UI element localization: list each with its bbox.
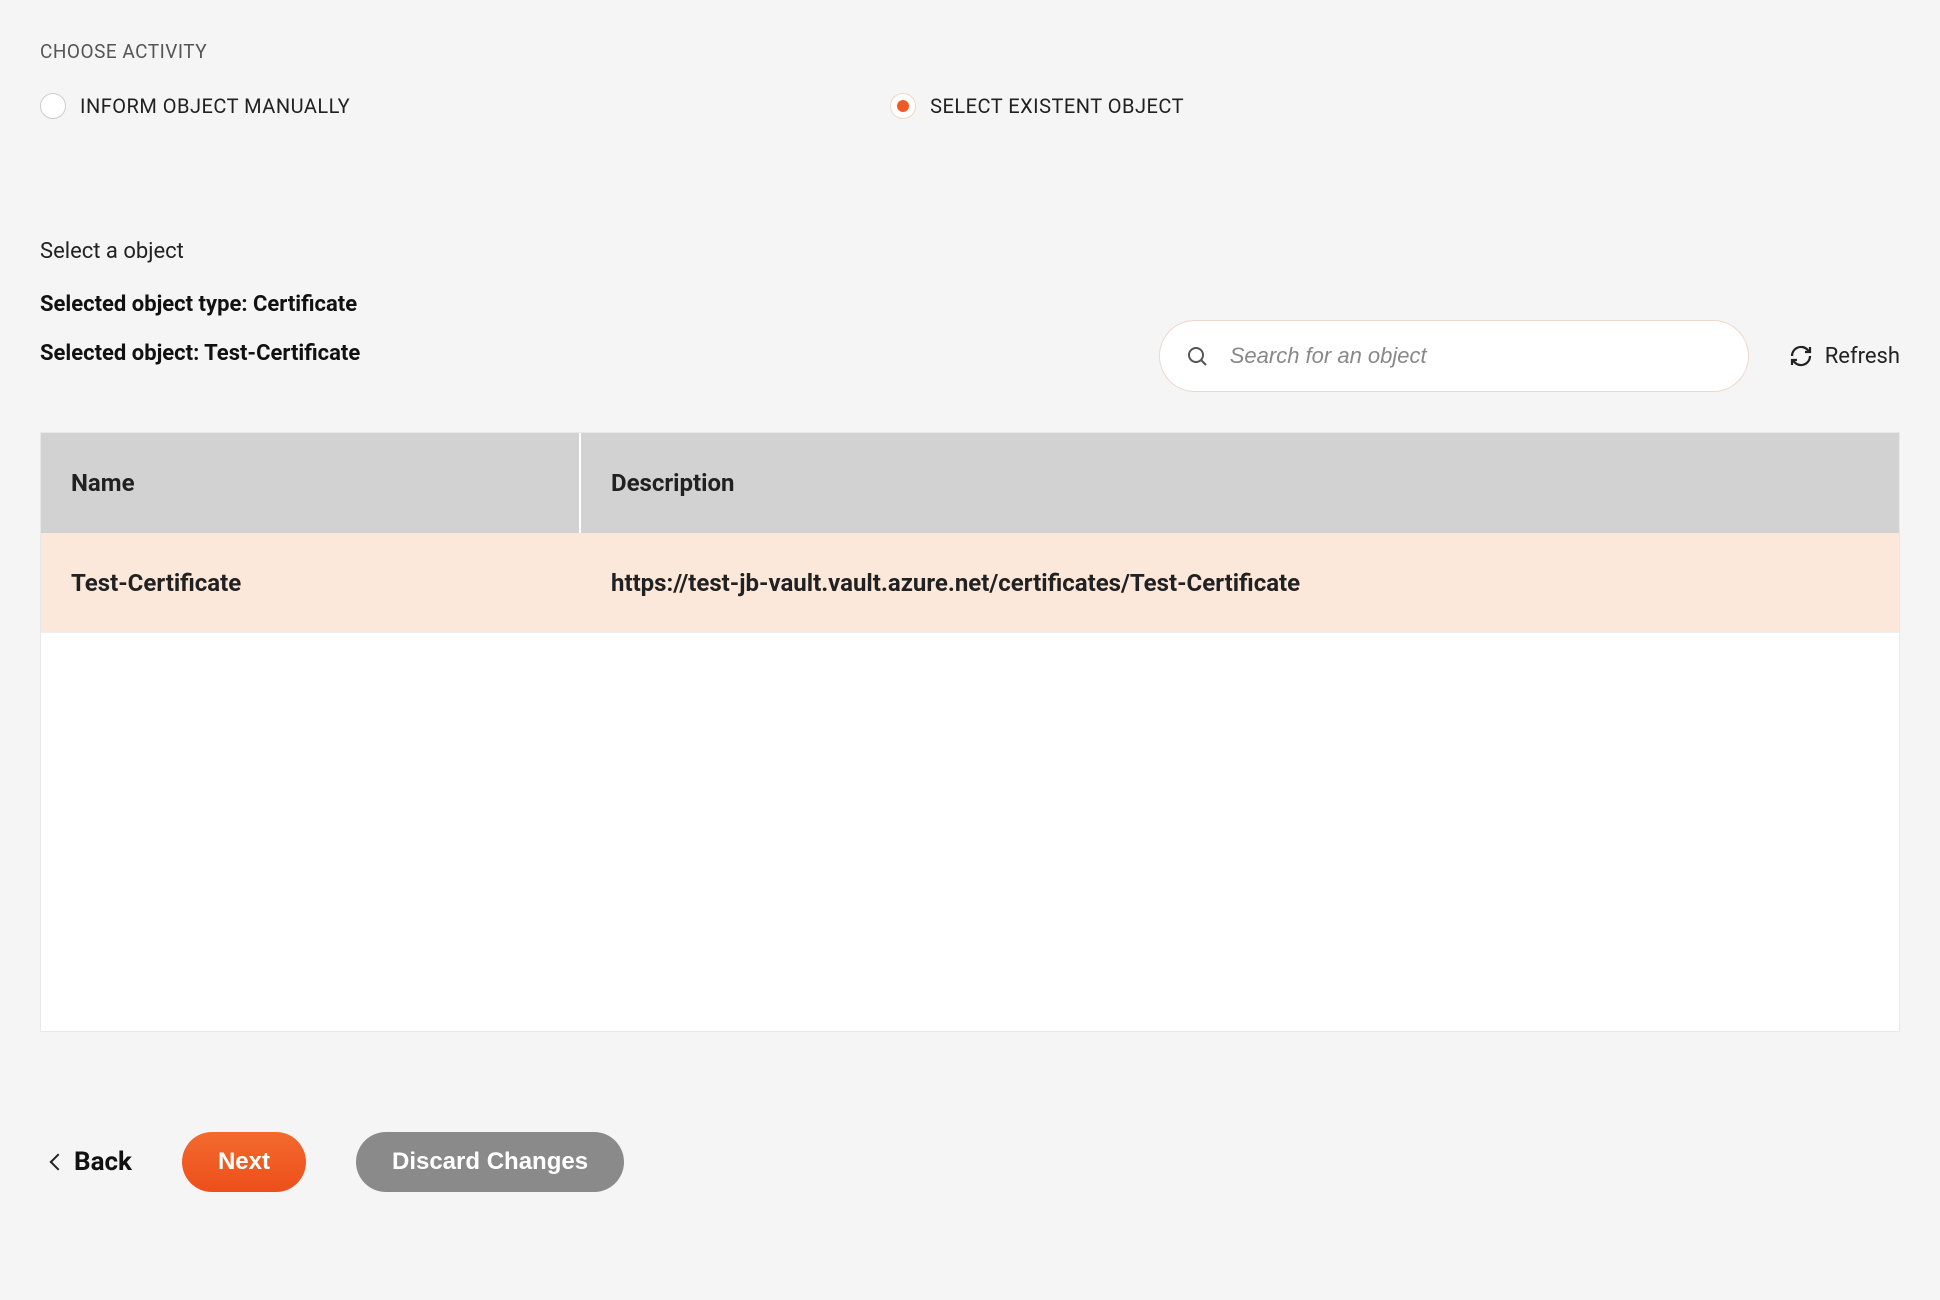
cell-description: https://test-jb-vault.vault.azure.net/ce… (581, 569, 1899, 597)
search-wrapper (1159, 320, 1749, 392)
radio-circle-icon (890, 93, 916, 119)
selected-object-type: Selected object type: Certificate (40, 292, 1900, 317)
radio-inform-manually[interactable]: INFORM OBJECT MANUALLY (40, 93, 350, 119)
refresh-button[interactable]: Refresh (1789, 344, 1900, 369)
next-button[interactable]: Next (182, 1132, 306, 1192)
back-button[interactable]: Back (52, 1147, 132, 1177)
chevron-left-icon (50, 1154, 67, 1171)
search-input[interactable] (1159, 320, 1749, 392)
radio-select-existent[interactable]: SELECT EXISTENT OBJECT (890, 93, 1184, 119)
search-icon (1185, 344, 1209, 368)
column-name-header[interactable]: Name (41, 433, 581, 533)
choose-activity-title: CHOOSE ACTIVITY (40, 40, 1900, 63)
cell-name: Test-Certificate (41, 569, 581, 597)
refresh-icon (1789, 344, 1813, 368)
column-description-header[interactable]: Description (581, 433, 1899, 533)
refresh-label: Refresh (1825, 344, 1900, 369)
table-header: Name Description (41, 433, 1899, 533)
footer-actions: Back Next Discard Changes (40, 1132, 1900, 1192)
object-table: Name Description Test-Certificate https:… (40, 432, 1900, 1032)
radio-circle-icon (40, 93, 66, 119)
activity-options: INFORM OBJECT MANUALLY SELECT EXISTENT O… (40, 93, 1900, 119)
discard-changes-button[interactable]: Discard Changes (356, 1132, 624, 1192)
table-row[interactable]: Test-Certificate https://test-jb-vault.v… (41, 533, 1899, 633)
radio-inform-label: INFORM OBJECT MANUALLY (80, 94, 350, 118)
radio-select-label: SELECT EXISTENT OBJECT (930, 94, 1184, 118)
back-label: Back (74, 1147, 132, 1177)
select-object-prompt: Select a object (40, 239, 1900, 264)
